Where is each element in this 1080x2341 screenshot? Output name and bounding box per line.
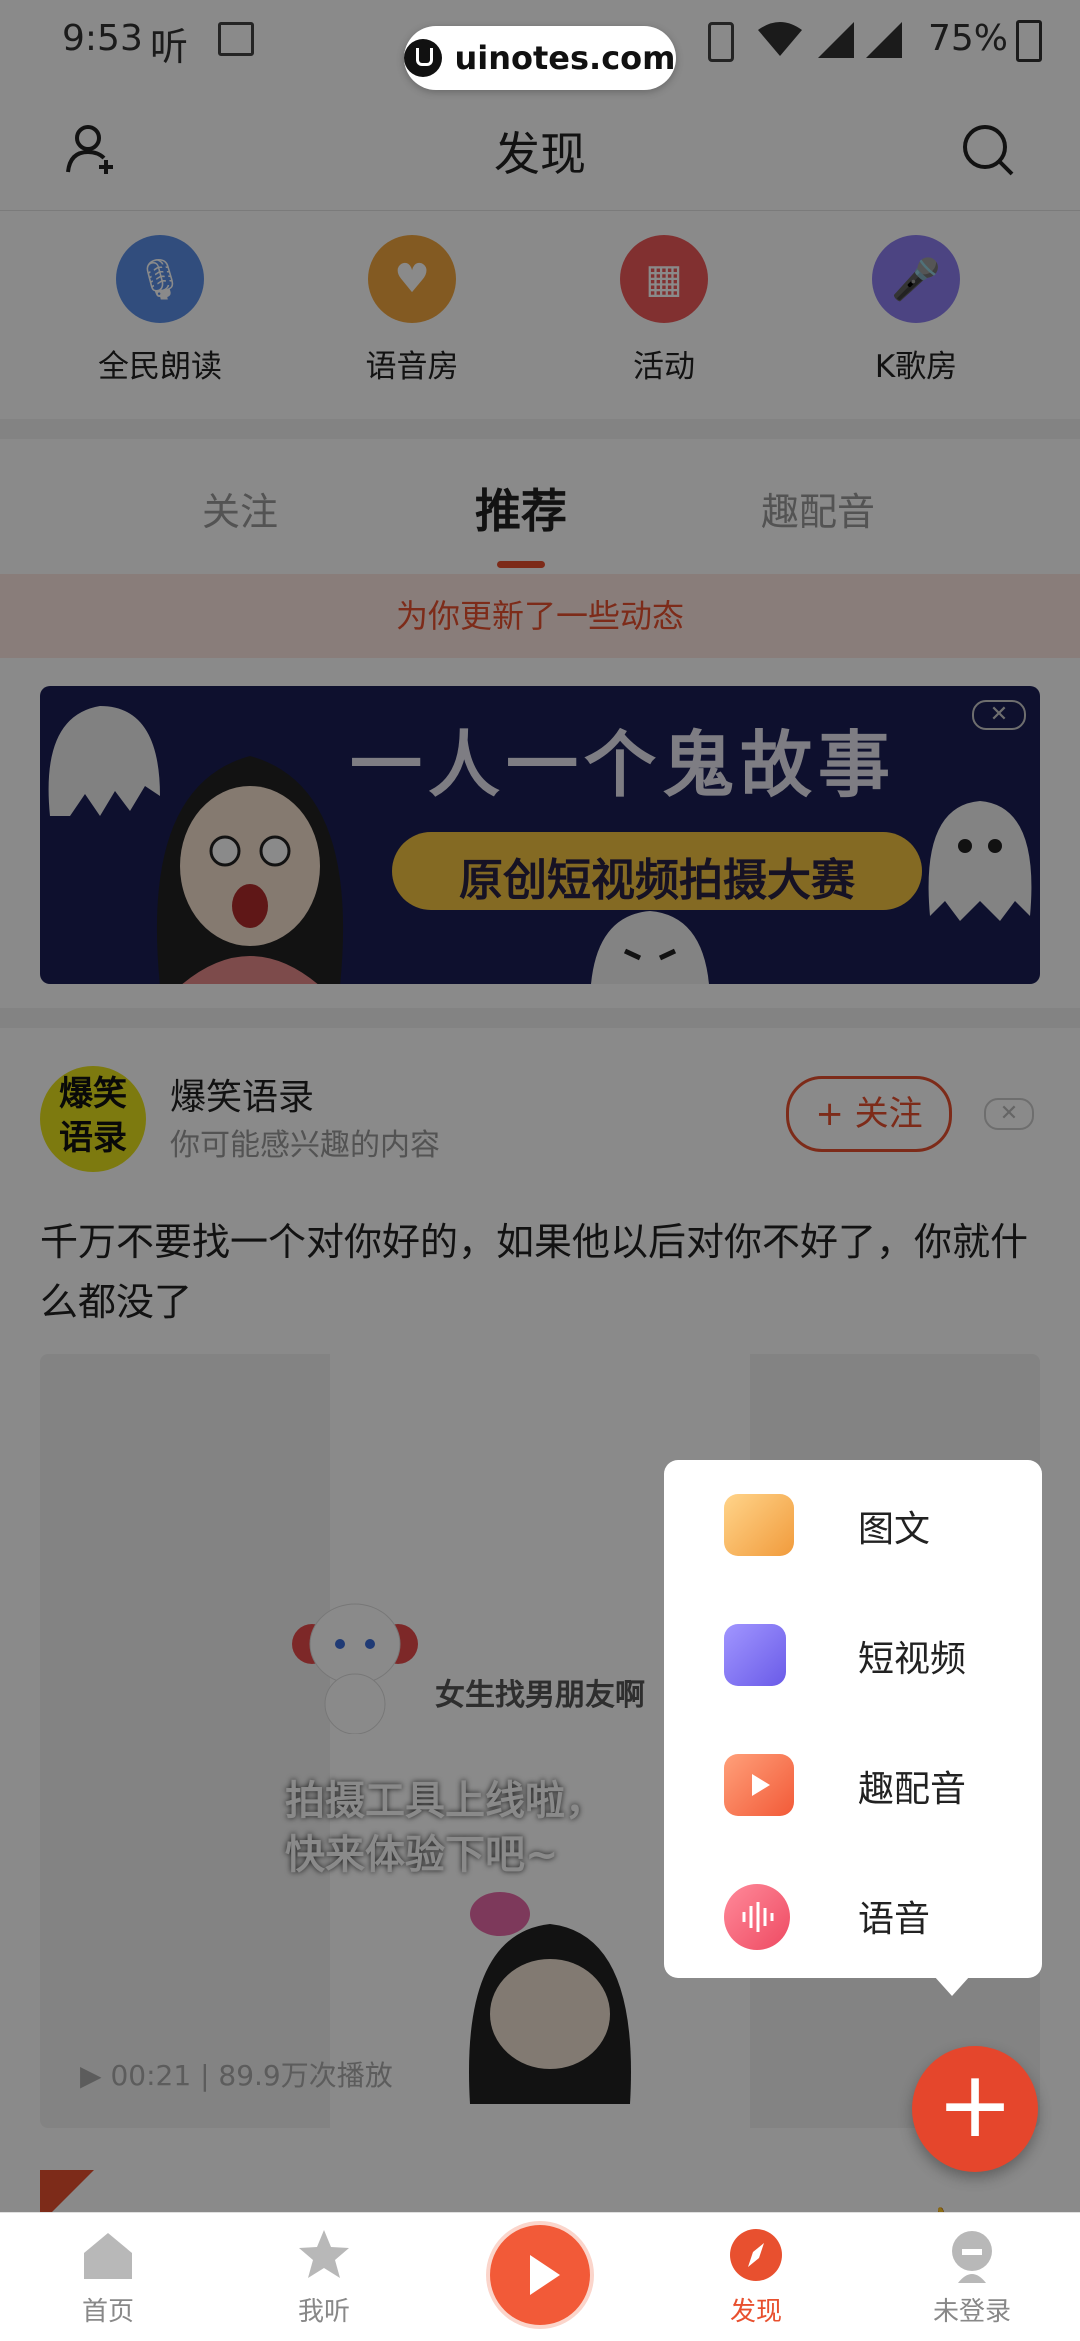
nav-label: 发现 [729,2297,782,2327]
player-button[interactable] [490,2225,590,2325]
watermark-logo-icon [404,39,443,77]
home-icon [84,2233,132,2279]
nav-label: 我听 [297,2297,350,2327]
star-icon [299,2230,349,2278]
video-icon [724,1624,786,1686]
user-avatar-icon [952,2231,992,2283]
compass-icon [730,2229,782,2281]
menu-item-dubbing[interactable]: 趣配音 [664,1720,1042,1850]
menu-item-label: 图文 [858,1509,931,1550]
menu-item-short-video[interactable]: 短视频 [664,1590,1042,1720]
image-icon [724,1494,794,1556]
nav-item-discover[interactable]: 发现 [648,2213,864,2341]
nav-item-account[interactable]: 未登录 [864,2213,1080,2341]
voice-wave-icon [724,1884,790,1950]
menu-item-label: 趣配音 [858,1769,967,1810]
bottom-nav: 首页 我听 发现 未登录 [0,2212,1080,2341]
menu-item-voice[interactable]: 语音 [664,1850,1042,1980]
nav-item-home[interactable]: 首页 [0,2213,216,2341]
nav-item-listening[interactable]: 我听 [216,2213,432,2341]
publish-menu: 图文 短视频 趣配音 语音 [664,1460,1042,1996]
watermark: uinotes.com [404,26,676,90]
nav-label: 首页 [81,2297,134,2327]
menu-item-label: 短视频 [858,1639,967,1680]
publish-fab-button[interactable]: + [912,2046,1038,2172]
dubbing-play-icon [724,1754,794,1816]
menu-item-image-text[interactable]: 图文 [664,1460,1042,1590]
menu-item-label: 语音 [858,1899,931,1940]
watermark-text: uinotes.com [454,39,676,77]
nav-label: 未登录 [932,2297,1011,2327]
